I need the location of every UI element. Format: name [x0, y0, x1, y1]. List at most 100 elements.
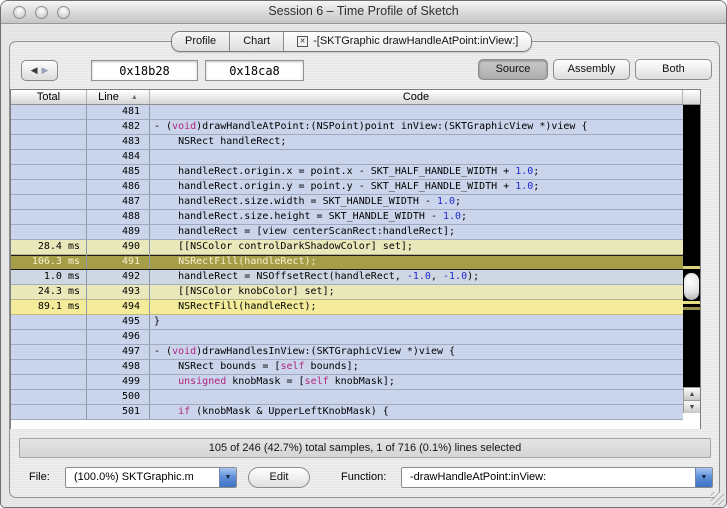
total-cell: [11, 210, 87, 224]
line-number-cell: 485: [87, 165, 150, 179]
column-header-line[interactable]: Line ▲: [87, 90, 150, 104]
forward-button[interactable]: ▶: [42, 66, 49, 75]
total-cell: [11, 135, 87, 149]
scrollbar-thumb[interactable]: [684, 273, 699, 300]
tab-profile[interactable]: Profile: [172, 32, 230, 51]
table-row[interactable]: 487 handleRect.size.width = SKT_HANDLE_W…: [11, 195, 685, 210]
function-popup[interactable]: -drawHandleAtPoint:inView: ▼: [401, 467, 713, 488]
line-number-cell: 491: [87, 255, 150, 269]
edit-button[interactable]: Edit: [248, 467, 310, 488]
table-row[interactable]: 106.3 ms491 NSRectFill(handleRect);: [11, 255, 685, 270]
history-nav: ◀ ▶: [21, 60, 58, 81]
scroll-up-button[interactable]: ▲: [683, 387, 700, 400]
line-number-cell: 494: [87, 300, 150, 314]
table-row[interactable]: 496: [11, 330, 685, 345]
code-cell: [[NSColor knobColor] set];: [150, 285, 685, 299]
line-number-cell: 488: [87, 210, 150, 224]
code-cell: NSRectFill(handleRect);: [150, 300, 685, 314]
code-cell: handleRect.size.width = SKT_HANDLE_WIDTH…: [150, 195, 685, 209]
table-row[interactable]: 498 NSRect bounds = [self bounds];: [11, 360, 685, 375]
line-number-cell: 490: [87, 240, 150, 254]
code-table: Total Line ▲ Code 481482- (void)drawHand…: [10, 89, 701, 429]
code-cell: NSRect bounds = [self bounds];: [150, 360, 685, 374]
line-number-cell: 486: [87, 180, 150, 194]
scroll-down-button[interactable]: ▼: [683, 400, 700, 413]
table-row[interactable]: 24.3 ms493 [[NSColor knobColor] set];: [11, 285, 685, 300]
column-header-scrollbar-spacer: [683, 90, 700, 104]
assembly-view-button[interactable]: Assembly: [553, 59, 630, 80]
total-cell: [11, 330, 87, 344]
line-number-cell: 499: [87, 375, 150, 389]
title-bar[interactable]: Session 6 – Time Profile of Sketch: [1, 1, 726, 24]
table-row[interactable]: 497- (void)drawHandlesInView:(SKTGraphic…: [11, 345, 685, 360]
table-row[interactable]: 486 handleRect.origin.y = point.y - SKT_…: [11, 180, 685, 195]
line-number-cell: 496: [87, 330, 150, 344]
table-row[interactable]: 499 unsigned knobMask = [self knobMask];: [11, 375, 685, 390]
table-row[interactable]: 481: [11, 105, 685, 120]
table-row[interactable]: 483 NSRect handleRect;: [11, 135, 685, 150]
line-number-cell: 495: [87, 315, 150, 329]
scrollbar-buttons: ▲ ▼: [683, 387, 700, 413]
table-row[interactable]: 89.1 ms494 NSRectFill(handleRect);: [11, 300, 685, 315]
code-cell: NSRectFill(handleRect);: [150, 255, 685, 269]
popup-arrow-icon[interactable]: ▼: [695, 468, 712, 487]
hotspot-mark: [683, 266, 700, 269]
code-cell: - (void)drawHandlesInView:(SKTGraphicVie…: [150, 345, 685, 359]
table-row[interactable]: 489 handleRect = [view centerScanRect:ha…: [11, 225, 685, 240]
scrollbar-track[interactable]: [683, 105, 700, 387]
column-header-code[interactable]: Code: [150, 90, 683, 104]
code-cell: [150, 105, 685, 119]
line-number-cell: 481: [87, 105, 150, 119]
close-tab-icon[interactable]: ✕: [297, 36, 308, 47]
code-cell: [150, 330, 685, 344]
table-row[interactable]: 500: [11, 390, 685, 405]
table-header: Total Line ▲ Code: [11, 90, 700, 105]
column-header-total[interactable]: Total: [11, 90, 87, 104]
line-number-cell: 482: [87, 120, 150, 134]
total-cell: 28.4 ms: [11, 240, 87, 254]
table-row[interactable]: 485 handleRect.origin.x = point.x - SKT_…: [11, 165, 685, 180]
both-view-button[interactable]: Both: [635, 59, 712, 80]
code-cell: handleRect = NSOffsetRect(handleRect, -1…: [150, 270, 685, 284]
total-cell: [11, 315, 87, 329]
total-cell: [11, 345, 87, 359]
total-cell: [11, 120, 87, 134]
line-number-cell: 487: [87, 195, 150, 209]
source-view-button[interactable]: Source: [478, 59, 548, 80]
line-number-cell: 483: [87, 135, 150, 149]
code-cell: }: [150, 315, 685, 329]
line-number-cell: 484: [87, 150, 150, 164]
line-number-cell: 493: [87, 285, 150, 299]
tab-chart[interactable]: Chart: [230, 32, 284, 51]
table-body: 481482- (void)drawHandleAtPoint:(NSPoint…: [11, 105, 700, 429]
line-number-cell: 497: [87, 345, 150, 359]
table-row[interactable]: 495}: [11, 315, 685, 330]
code-cell: [150, 390, 685, 404]
table-row[interactable]: 28.4 ms490 [[NSColor controlDarkShadowCo…: [11, 240, 685, 255]
total-cell: 106.3 ms: [11, 255, 87, 269]
table-row[interactable]: 501 if (knobMask & UpperLeftKnobMask) {: [11, 405, 685, 420]
popup-arrow-icon[interactable]: ▼: [219, 468, 236, 487]
total-cell: [11, 405, 87, 419]
file-popup[interactable]: (100.0%) SKTGraphic.m ▼: [65, 467, 237, 488]
code-cell: handleRect = [view centerScanRect:handle…: [150, 225, 685, 239]
code-cell: if (knobMask & UpperLeftKnobMask) {: [150, 405, 685, 419]
back-button[interactable]: ◀: [31, 66, 38, 75]
line-number-cell: 498: [87, 360, 150, 374]
code-cell: [150, 150, 685, 164]
table-row[interactable]: 1.0 ms492 handleRect = NSOffsetRect(hand…: [11, 270, 685, 285]
resize-grip[interactable]: [711, 492, 724, 505]
table-row[interactable]: 484: [11, 150, 685, 165]
table-row[interactable]: 482- (void)drawHandleAtPoint:(NSPoint)po…: [11, 120, 685, 135]
total-cell: 89.1 ms: [11, 300, 87, 314]
line-number-cell: 500: [87, 390, 150, 404]
hotspot-scrollbar[interactable]: ▲ ▼: [683, 105, 700, 429]
view-tabs: Profile Chart ✕ -[SKTGraphic drawHandleA…: [171, 31, 532, 52]
tab-code-browser[interactable]: ✕ -[SKTGraphic drawHandleAtPoint:inView:…: [284, 32, 531, 51]
address-start-field[interactable]: [91, 60, 198, 81]
address-end-field[interactable]: [205, 60, 304, 81]
app-window: Session 6 – Time Profile of Sketch Profi…: [0, 0, 727, 508]
file-label: File:: [29, 471, 50, 483]
table-row[interactable]: 488 handleRect.size.height = SKT_HANDLE_…: [11, 210, 685, 225]
code-cell: handleRect.origin.x = point.x - SKT_HALF…: [150, 165, 685, 179]
